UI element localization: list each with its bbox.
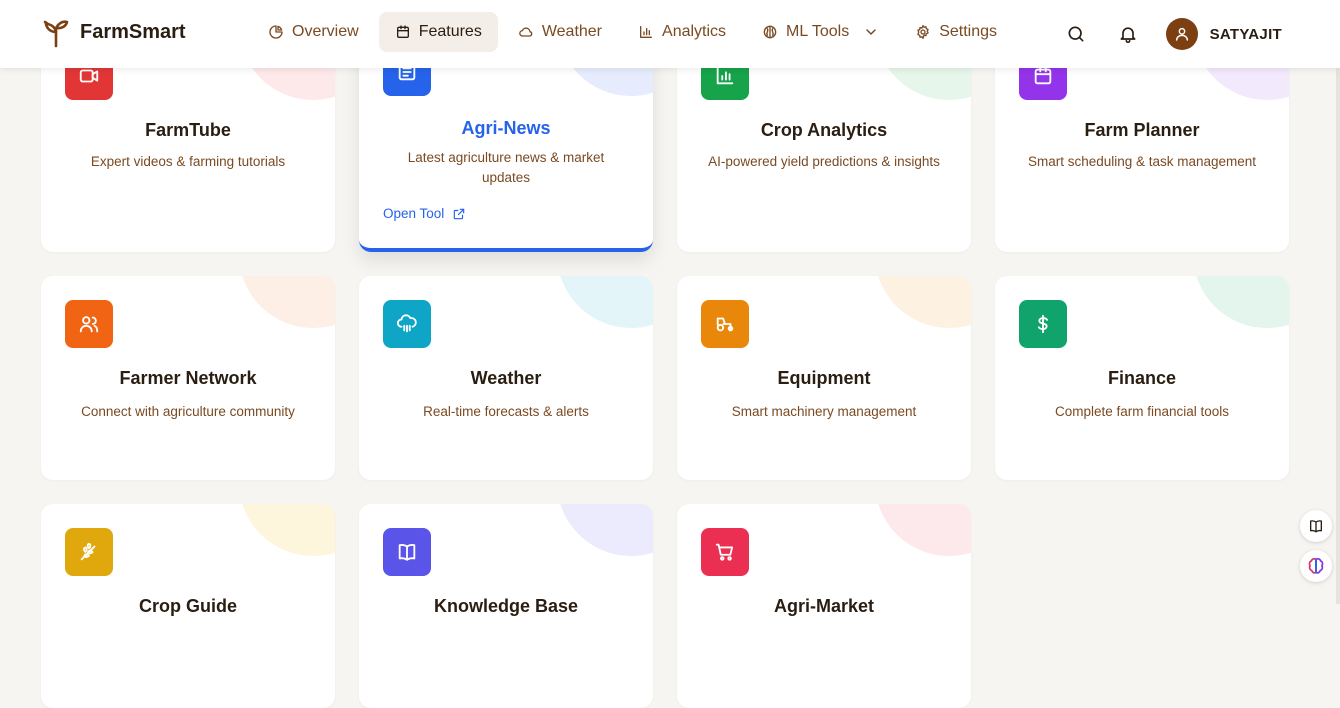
card-title: Weather [470, 368, 542, 388]
card-description: Smart machinery management [731, 404, 917, 419]
card-farmer-network[interactable]: Farmer Network Connect with agriculture … [41, 276, 335, 480]
card-weather[interactable]: Weather Real-time forecasts & alerts [359, 276, 653, 480]
cart-icon [701, 528, 749, 576]
dollar-icon [1019, 300, 1067, 348]
nav-label: Analytics [662, 23, 727, 40]
bell-icon [1120, 27, 1136, 44]
bar-chart-icon [640, 26, 653, 38]
book-icon [1310, 520, 1322, 533]
card-title: Agri-Market [773, 596, 875, 616]
card-agri-market[interactable]: Agri-Market [677, 504, 971, 708]
nav-ml-tools[interactable]: ML Tools [746, 12, 895, 52]
card-decoration [239, 276, 335, 328]
card-description: Connect with agriculture community [81, 404, 295, 419]
open-tool-label: Open Tool [383, 206, 445, 221]
book-icon [383, 528, 431, 576]
card-decoration [557, 276, 653, 328]
search-button[interactable] [1056, 14, 1096, 54]
card-decoration [557, 504, 653, 556]
notifications-button[interactable] [1108, 14, 1148, 54]
floating-book-button[interactable] [1300, 510, 1332, 542]
card-decoration [239, 504, 335, 556]
features-grid: FarmTube Expert videos & farming tutoria… [0, 0, 1340, 708]
header-actions: SATYAJIT [1056, 14, 1282, 54]
card-description: AI-powered yield predictions & insights [708, 154, 940, 169]
calendar-icon [396, 25, 409, 38]
top-navbar: FarmSmart Overview Features Weather Anal… [0, 0, 1340, 68]
card-title: Agri-News [461, 118, 551, 138]
pie-chart-icon [269, 25, 283, 39]
card-description: Complete farm financial tools [1054, 404, 1230, 419]
nav-label: Features [418, 23, 482, 40]
card-title: Farmer Network [119, 368, 257, 388]
brain-icon [763, 25, 777, 39]
cloud-rain-icon [383, 300, 431, 348]
avatar[interactable] [1165, 18, 1198, 50]
card-title: Equipment [777, 368, 871, 388]
gear-icon [917, 25, 929, 39]
tractor-icon [701, 300, 749, 348]
user-icon [1175, 27, 1188, 41]
search-icon [1068, 26, 1084, 42]
card-decoration [875, 276, 971, 328]
card-farmtube[interactable]: FarmTube Expert videos & farming tutoria… [41, 48, 335, 252]
card-description: Expert videos & farming tutorials [90, 154, 286, 169]
nav-analytics[interactable]: Analytics [622, 12, 742, 52]
card-agri-news[interactable]: Agri-News Latest agriculture news & mark… [359, 44, 653, 252]
external-link-icon [454, 208, 465, 219]
chevron-down-icon [866, 29, 876, 35]
nav-overview[interactable]: Overview [252, 12, 375, 52]
card-equipment[interactable]: Equipment Smart machinery management [677, 276, 971, 480]
card-title: Finance [1107, 368, 1177, 388]
card-description: Real-time forecasts & alerts [423, 404, 589, 419]
nav-features[interactable]: Features [378, 12, 498, 52]
card-knowledge-base[interactable]: Knowledge Base [359, 504, 653, 708]
card-title: Crop Analytics [760, 120, 888, 140]
sprout-icon [43, 20, 69, 48]
nav-weather[interactable]: Weather [502, 12, 618, 52]
brain-icon [1308, 557, 1324, 574]
floating-ai-button[interactable] [1300, 550, 1332, 582]
wheat-icon [65, 528, 113, 576]
page-scrollbar[interactable] [1336, 0, 1340, 604]
card-description: Smart scheduling & task management [1027, 154, 1257, 169]
brand-name: FarmSmart [80, 20, 186, 43]
main-nav: Overview Features Weather Analytics ML T… [252, 12, 1017, 52]
brand[interactable]: FarmSmart [42, 16, 186, 48]
username[interactable]: SATYAJIT [1210, 26, 1282, 43]
card-finance[interactable]: Finance Complete farm financial tools [995, 276, 1289, 480]
card-title: Knowledge Base [433, 596, 579, 616]
card-decoration [875, 504, 971, 556]
card-farm-planner[interactable]: Farm Planner Smart scheduling & task man… [995, 48, 1289, 252]
card-crop-guide[interactable]: Crop Guide [41, 504, 335, 708]
nav-label: Weather [541, 23, 603, 40]
card-title: Farm Planner [1084, 120, 1200, 140]
nav-label: ML Tools [786, 23, 850, 40]
nav-label: Overview [292, 23, 359, 40]
open-tool-link[interactable]: Open Tool [383, 206, 466, 221]
card-decoration [1193, 276, 1289, 328]
card-crop-analytics[interactable]: Crop Analytics AI-powered yield predicti… [677, 48, 971, 252]
nav-label: Settings [939, 23, 997, 40]
card-description: Latest agriculture news & market updates [407, 150, 605, 185]
users-icon [65, 300, 113, 348]
card-title: FarmTube [145, 120, 231, 140]
cloud-icon [519, 27, 533, 37]
card-title: Crop Guide [139, 596, 237, 616]
nav-settings[interactable]: Settings [899, 12, 1013, 52]
